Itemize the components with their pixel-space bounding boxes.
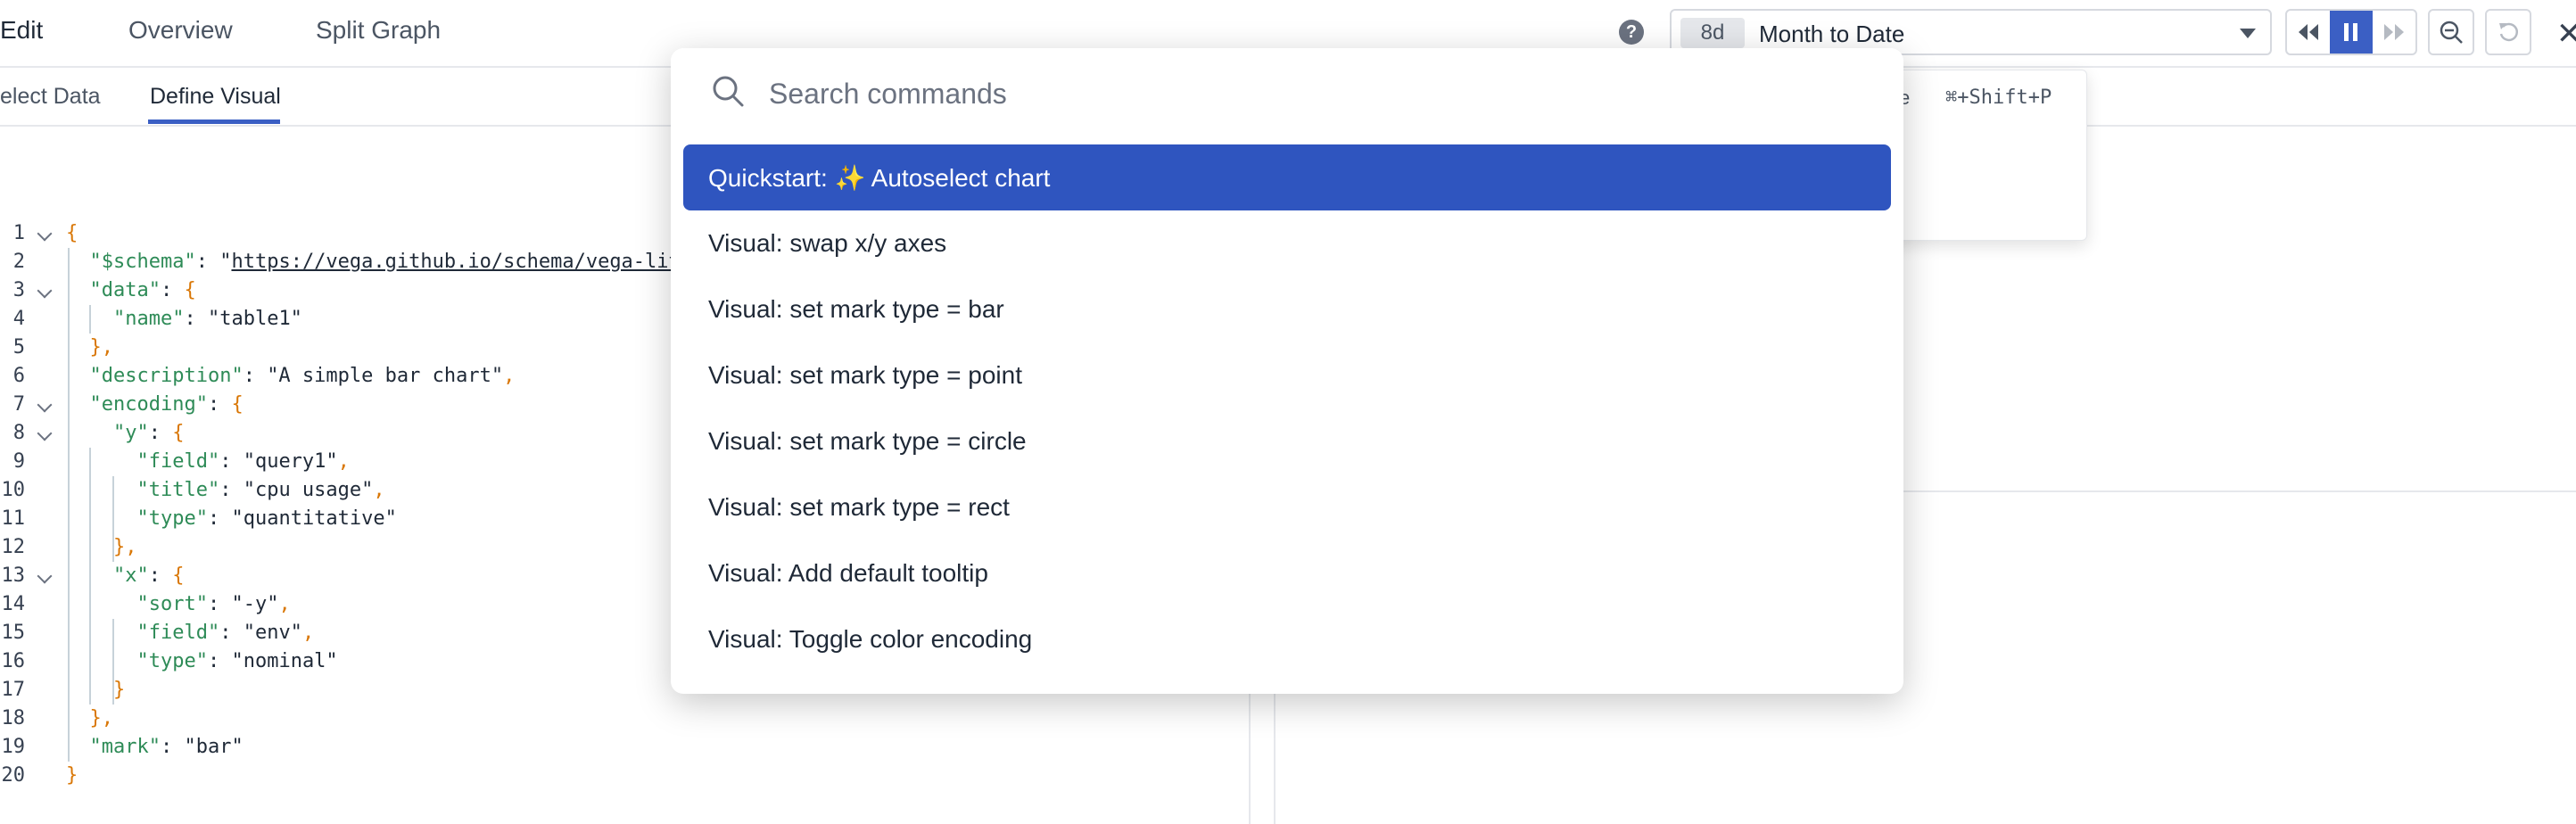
- tab-split-graph[interactable]: Split Graph: [316, 16, 441, 45]
- rewind-icon[interactable]: [2287, 11, 2330, 54]
- chevron-down-icon: [2240, 29, 2256, 38]
- time-range-label: Month to Date: [1759, 21, 1905, 47]
- command-item-toggle-color[interactable]: Visual: Toggle color encoding: [683, 606, 1891, 672]
- tab-edit[interactable]: Edit: [0, 16, 43, 45]
- reset-icon[interactable]: [2485, 9, 2531, 55]
- pause-icon[interactable]: [2330, 11, 2373, 54]
- chevron-down-icon: [37, 283, 53, 299]
- search-icon: [713, 76, 744, 107]
- command-item-add-tooltip[interactable]: Visual: Add default tooltip: [683, 540, 1891, 606]
- chevron-down-icon: [37, 226, 53, 242]
- shortcut-keys: ⌘+Shift+P: [1945, 87, 2052, 109]
- help-icon[interactable]: ?: [1619, 20, 1644, 45]
- tab-define-visual[interactable]: Define Visual: [150, 84, 281, 110]
- command-item-mark-circle[interactable]: Visual: set mark type = circle: [683, 408, 1891, 474]
- command-item-mark-rect[interactable]: Visual: set mark type = rect: [683, 474, 1891, 540]
- code-line: 18 },: [1, 707, 114, 729]
- command-palette: Quickstart: ✨ Autoselect chart Visual: s…: [671, 48, 1903, 694]
- time-range-badge: 8d: [1680, 18, 1745, 48]
- chevron-down-icon: [37, 425, 53, 441]
- tab-select-data[interactable]: elect Data: [0, 84, 101, 110]
- tab-overview[interactable]: Overview: [128, 16, 233, 45]
- zoom-out-icon[interactable]: [2428, 9, 2474, 55]
- fast-forward-icon[interactable]: [2373, 11, 2415, 54]
- code-line: 19 "mark": "bar": [1, 736, 244, 758]
- code-line: 20}: [1, 764, 78, 787]
- palette-search-row: [671, 48, 1903, 141]
- app: Edit Overview Split Graph ? 8d Month to …: [0, 0, 2576, 824]
- chevron-down-icon: [37, 568, 53, 584]
- chevron-down-icon: [37, 397, 53, 413]
- active-tab-indicator: [148, 119, 280, 124]
- close-icon[interactable]: ✕: [2556, 16, 2576, 52]
- command-item-mark-point[interactable]: Visual: set mark type = point: [683, 342, 1891, 408]
- playback-controls: [2285, 9, 2417, 55]
- command-item-mark-bar[interactable]: Visual: set mark type = bar: [683, 276, 1891, 342]
- command-item-autoselect-chart[interactable]: Quickstart: ✨ Autoselect chart: [683, 144, 1891, 210]
- command-search-input[interactable]: [769, 71, 1839, 116]
- command-item-swap-axes[interactable]: Visual: swap x/y axes: [683, 210, 1891, 276]
